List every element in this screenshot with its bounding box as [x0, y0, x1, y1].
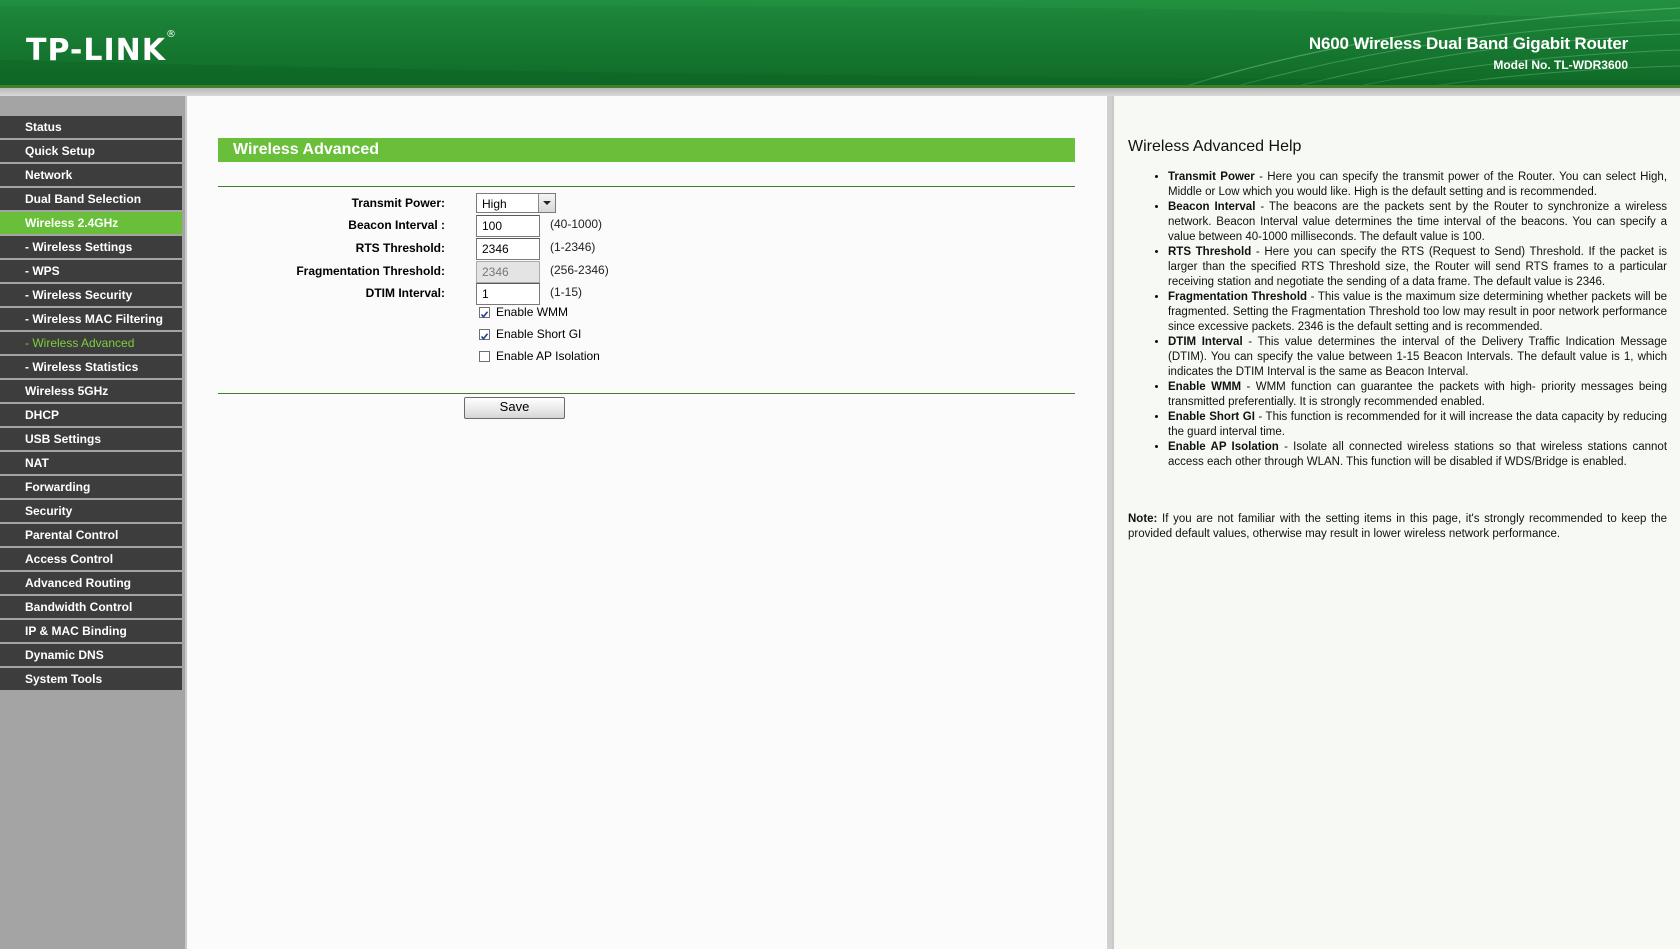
help-title: Wireless Advanced Help: [1128, 138, 1302, 155]
sidebar-item-bandwidth-control[interactable]: Bandwidth Control: [0, 596, 182, 618]
chevron-down-icon[interactable]: [538, 194, 555, 212]
sidebar-item-dynamic-dns[interactable]: Dynamic DNS: [0, 644, 182, 666]
help-term: Beacon Interval: [1168, 201, 1256, 213]
sidebar-item-parental-control[interactable]: Parental Control: [0, 524, 182, 546]
sidebar-item-network[interactable]: Network: [0, 164, 182, 186]
rts-threshold-row: RTS Threshold: (1-2346): [187, 238, 1087, 260]
help-item-transmit-power: Transmit Power - Here you can specify th…: [1168, 170, 1667, 200]
sidebar-item-wireless-security[interactable]: - Wireless Security: [0, 284, 182, 306]
transmit-power-label: Transmit Power:: [351, 196, 445, 210]
enable-wmm-label[interactable]: Enable WMM: [496, 305, 568, 319]
help-text: - This value determines the interval of …: [1168, 336, 1667, 378]
enable-ap-isolation-label[interactable]: Enable AP Isolation: [496, 349, 600, 363]
enable-short-gi-checkbox[interactable]: [479, 329, 490, 341]
dtim-interval-hint: (1-15): [550, 285, 583, 299]
help-item-enable-ap-isolation: Enable AP Isolation - Isolate all connec…: [1168, 440, 1667, 470]
sidebar-item-status[interactable]: Status: [0, 116, 182, 138]
help-list: Transmit Power - Here you can specify th…: [1128, 170, 1667, 470]
help-term: Transmit Power: [1168, 171, 1255, 183]
sidebar-item-wireless-statistics[interactable]: - Wireless Statistics: [0, 356, 182, 378]
checkmark-icon: [480, 311, 489, 319]
sidebar-item-access-control[interactable]: Access Control: [0, 548, 182, 570]
fragmentation-threshold-input: [476, 261, 540, 283]
transmit-power-select[interactable]: High: [476, 193, 556, 213]
help-term: Enable AP Isolation: [1168, 441, 1279, 453]
sidebar-item-wireless-mac-filtering[interactable]: - Wireless MAC Filtering: [0, 308, 182, 330]
sidebar-item-usb-settings[interactable]: USB Settings: [0, 428, 182, 450]
logo-registered-mark: ®: [166, 29, 178, 40]
sidebar-menu: Status Quick Setup Network Dual Band Sel…: [0, 116, 182, 692]
header-shadow-strip: [0, 88, 1680, 96]
save-button[interactable]: Save: [464, 397, 565, 419]
sidebar-item-system-tools[interactable]: System Tools: [0, 668, 182, 690]
dtim-interval-input[interactable]: [476, 283, 540, 305]
sidebar-item-wireless-advanced[interactable]: - Wireless Advanced: [0, 332, 182, 354]
bottom-divider: [218, 393, 1075, 394]
page-title: Wireless Advanced: [218, 138, 1075, 162]
help-item-rts-threshold: RTS Threshold - Here you can specify the…: [1168, 245, 1667, 290]
fragmentation-threshold-row: Fragmentation Threshold: (256-2346): [187, 261, 1087, 283]
logo-text: TP-LINK: [26, 33, 167, 68]
help-term: Enable WMM: [1168, 381, 1242, 393]
enable-short-gi-label[interactable]: Enable Short GI: [496, 327, 581, 341]
sidebar-item-wireless-2-4ghz[interactable]: Wireless 2.4GHz: [0, 212, 182, 234]
model-number: Model No. TL-WDR3600: [1493, 58, 1628, 72]
main-content: Wireless Advanced Transmit Power: High B…: [187, 96, 1112, 949]
sidebar-item-security[interactable]: Security: [0, 500, 182, 522]
help-item-enable-short-gi: Enable Short GI - This function is recom…: [1168, 410, 1667, 440]
help-item-fragmentation-threshold: Fragmentation Threshold - This value is …: [1168, 290, 1667, 335]
sidebar-item-quick-setup[interactable]: Quick Setup: [0, 140, 182, 162]
help-term: DTIM Interval: [1168, 336, 1243, 348]
help-note-label: Note:: [1128, 513, 1158, 525]
sidebar: Status Quick Setup Network Dual Band Sel…: [0, 96, 187, 949]
sidebar-item-advanced-routing[interactable]: Advanced Routing: [0, 572, 182, 594]
help-text: - WMM function can guarantee the packets…: [1168, 381, 1668, 408]
transmit-power-row: Transmit Power: High: [187, 193, 1087, 215]
top-divider: [218, 186, 1075, 187]
dtim-interval-label: DTIM Interval:: [365, 286, 445, 300]
sidebar-item-nat[interactable]: NAT: [0, 452, 182, 474]
beacon-interval-input[interactable]: [476, 215, 540, 237]
tplink-logo: TP-LINK®: [26, 29, 177, 68]
product-name: N600 Wireless Dual Band Gigabit Router: [1308, 34, 1628, 53]
help-term: RTS Threshold: [1168, 246, 1252, 258]
help-term: Enable Short GI: [1168, 411, 1255, 423]
help-note: Note: If you are not familiar with the s…: [1128, 512, 1667, 542]
fragmentation-threshold-label: Fragmentation Threshold:: [296, 264, 445, 278]
checkmark-icon: [480, 333, 489, 341]
dtim-interval-row: DTIM Interval: (1-15): [187, 283, 1087, 305]
beacon-interval-hint: (40-1000): [550, 217, 603, 231]
help-note-text: If you are not familiar with the setting…: [1128, 513, 1667, 540]
sidebar-item-forwarding[interactable]: Forwarding: [0, 476, 182, 498]
sidebar-item-dual-band-selection[interactable]: Dual Band Selection: [0, 188, 182, 210]
help-item-enable-wmm: Enable WMM - WMM function can guarantee …: [1168, 380, 1667, 410]
help-panel: Wireless Advanced Help Transmit Power - …: [1112, 96, 1680, 949]
header-banner: TP-LINK® N600 Wireless Dual Band Gigabit…: [0, 0, 1680, 88]
rts-threshold-hint: (1-2346): [550, 240, 596, 254]
help-item-beacon-interval: Beacon Interval - The beacons are the pa…: [1168, 200, 1667, 245]
rts-threshold-input[interactable]: [476, 238, 540, 260]
fragmentation-threshold-hint: (256-2346): [550, 263, 609, 277]
rts-threshold-label: RTS Threshold:: [355, 241, 445, 255]
sidebar-item-wireless-settings[interactable]: - Wireless Settings: [0, 236, 182, 258]
sidebar-item-ip-mac-binding[interactable]: IP & MAC Binding: [0, 620, 182, 642]
sidebar-item-wireless-5ghz[interactable]: Wireless 5GHz: [0, 380, 182, 402]
enable-wmm-checkbox[interactable]: [479, 307, 490, 319]
sidebar-item-wps[interactable]: - WPS: [0, 260, 182, 282]
beacon-interval-label: Beacon Interval :: [348, 218, 445, 232]
help-term: Fragmentation Threshold: [1168, 291, 1308, 303]
beacon-interval-row: Beacon Interval : (40-1000): [187, 215, 1087, 237]
enable-ap-isolation-checkbox[interactable]: [479, 351, 490, 362]
transmit-power-value: High: [482, 197, 507, 211]
help-item-dtim-interval: DTIM Interval - This value determines th…: [1168, 335, 1667, 380]
sidebar-item-dhcp[interactable]: DHCP: [0, 404, 182, 426]
